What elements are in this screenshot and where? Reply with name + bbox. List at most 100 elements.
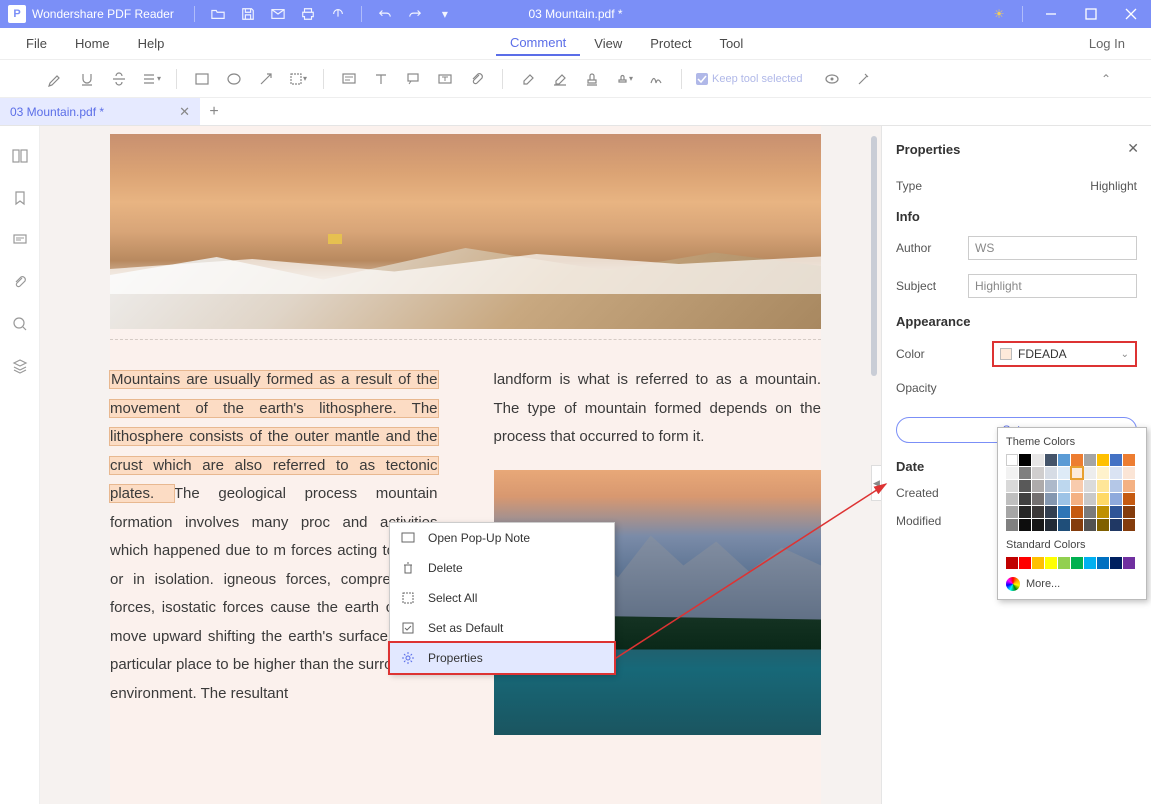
layers-icon[interactable] (10, 356, 30, 376)
eraser-all-icon[interactable] (545, 65, 575, 93)
color-swatch[interactable] (1006, 480, 1018, 492)
hide-tool-icon[interactable] (817, 65, 847, 93)
color-swatch[interactable] (1110, 519, 1122, 531)
save-icon[interactable] (239, 5, 257, 23)
menu-view[interactable]: View (580, 32, 636, 55)
color-swatch[interactable] (1071, 454, 1083, 466)
color-swatch[interactable] (1045, 506, 1057, 518)
color-swatch[interactable] (1123, 493, 1135, 505)
color-swatch[interactable] (1058, 506, 1070, 518)
color-swatch[interactable] (1032, 454, 1044, 466)
color-swatch[interactable] (1045, 557, 1057, 569)
color-swatch[interactable] (1084, 506, 1096, 518)
color-swatch[interactable] (1032, 519, 1044, 531)
color-swatch[interactable] (1123, 557, 1135, 569)
minimize-button[interactable] (1031, 0, 1071, 28)
color-swatch[interactable] (1123, 480, 1135, 492)
undo-icon[interactable] (376, 5, 394, 23)
list-tool-icon[interactable]: ▾ (136, 65, 166, 93)
color-swatch[interactable] (1045, 454, 1057, 466)
color-swatch[interactable] (1071, 480, 1083, 492)
color-swatch[interactable] (1006, 493, 1018, 505)
rectangle-tool-icon[interactable] (187, 65, 217, 93)
menu-file[interactable]: File (12, 32, 61, 55)
color-swatch[interactable] (1058, 467, 1070, 479)
scrollbar-thumb[interactable] (871, 136, 877, 376)
color-swatch[interactable] (1123, 467, 1135, 479)
color-swatch[interactable] (1019, 506, 1031, 518)
color-swatch[interactable] (1097, 454, 1109, 466)
color-swatch[interactable] (1058, 519, 1070, 531)
color-swatch[interactable] (1097, 493, 1109, 505)
highlighted-text[interactable]: Mountains are usually formed as a result… (110, 371, 438, 502)
color-swatch[interactable] (1032, 467, 1044, 479)
color-swatch[interactable] (1045, 519, 1057, 531)
color-swatch[interactable] (1071, 493, 1083, 505)
color-swatch[interactable] (1019, 557, 1031, 569)
author-input[interactable] (968, 236, 1137, 260)
color-swatch[interactable] (1071, 506, 1083, 518)
more-colors-button[interactable]: More... (1006, 577, 1138, 591)
color-swatch[interactable] (1123, 454, 1135, 466)
color-swatch[interactable] (1097, 519, 1109, 531)
color-swatch[interactable] (1097, 557, 1109, 569)
collapse-toolbar-icon[interactable]: ⌃ (1101, 72, 1111, 86)
tab-close-icon[interactable]: ✕ (179, 104, 190, 120)
color-swatch[interactable] (1058, 493, 1070, 505)
add-tab-button[interactable]: + (200, 98, 228, 125)
color-swatch[interactable] (1019, 493, 1031, 505)
menu-protect[interactable]: Protect (636, 32, 705, 55)
document-tab[interactable]: 03 Mountain.pdf * ✕ (0, 98, 200, 125)
color-swatch[interactable] (1019, 480, 1031, 492)
oval-tool-icon[interactable] (219, 65, 249, 93)
theme-icon[interactable]: ☀ (990, 5, 1008, 23)
text-tool-icon[interactable] (366, 65, 396, 93)
color-swatch[interactable] (1123, 506, 1135, 518)
color-swatch[interactable] (1045, 467, 1057, 479)
comments-icon[interactable] (10, 230, 30, 250)
callout-tool-icon[interactable] (398, 65, 428, 93)
color-swatch[interactable] (1006, 467, 1018, 479)
login-link[interactable]: Log In (1075, 32, 1139, 55)
color-swatch[interactable] (1045, 493, 1057, 505)
color-swatch[interactable] (1084, 467, 1096, 479)
search-icon[interactable] (10, 314, 30, 334)
color-swatch[interactable] (1045, 480, 1057, 492)
expand-right-handle[interactable]: ◀ (871, 465, 881, 501)
color-swatch[interactable] (1006, 506, 1018, 518)
keep-tool-checkbox[interactable]: Keep tool selected (696, 73, 803, 85)
menu-home[interactable]: Home (61, 32, 124, 55)
ctx-open-popup[interactable]: Open Pop-Up Note (390, 523, 614, 553)
print-icon[interactable] (299, 5, 317, 23)
color-swatch[interactable] (1110, 506, 1122, 518)
color-swatch[interactable] (1110, 467, 1122, 479)
other-tool-icon[interactable] (849, 65, 879, 93)
redo-icon[interactable] (406, 5, 424, 23)
ctx-properties[interactable]: Properties (390, 643, 614, 673)
menu-tool[interactable]: Tool (705, 32, 757, 55)
highlight-tool-icon[interactable] (40, 65, 70, 93)
ctx-set-default[interactable]: Set as Default (390, 613, 614, 643)
menu-help[interactable]: Help (124, 32, 179, 55)
color-swatch[interactable] (1110, 557, 1122, 569)
shape-dropdown-icon[interactable]: ▾ (283, 65, 313, 93)
color-swatch[interactable] (1123, 519, 1135, 531)
color-swatch[interactable] (1032, 506, 1044, 518)
color-swatch[interactable] (1032, 480, 1044, 492)
color-swatch[interactable] (1058, 454, 1070, 466)
color-swatch[interactable] (1058, 480, 1070, 492)
color-swatch[interactable] (1019, 454, 1031, 466)
color-swatch[interactable] (1110, 493, 1122, 505)
dropdown-icon[interactable]: ▾ (436, 5, 454, 23)
color-swatch-selected[interactable] (1071, 467, 1083, 479)
close-window-button[interactable] (1111, 0, 1151, 28)
color-swatch[interactable] (1097, 480, 1109, 492)
color-swatch[interactable] (1084, 557, 1096, 569)
color-swatch[interactable] (1097, 506, 1109, 518)
color-swatch[interactable] (1071, 557, 1083, 569)
document-viewport[interactable]: Mountains are usually formed as a result… (40, 126, 881, 804)
arrow-tool-icon[interactable] (251, 65, 281, 93)
color-select[interactable]: FDEADA ⌄ (992, 341, 1137, 367)
bookmarks-icon[interactable] (10, 188, 30, 208)
open-icon[interactable] (209, 5, 227, 23)
